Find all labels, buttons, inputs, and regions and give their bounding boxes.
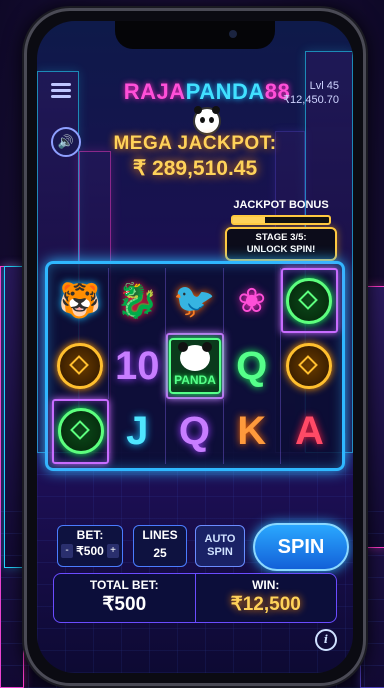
player-balance: ₹12,450.70 xyxy=(283,94,339,106)
spin-button[interactable]: SPIN xyxy=(253,523,349,571)
player-level: Lvl 45 xyxy=(309,80,339,92)
menu-icon[interactable] xyxy=(51,83,71,99)
gold-coin-icon xyxy=(57,342,104,389)
info-icon[interactable]: i xyxy=(315,629,337,651)
dragon-icon: 🐉 xyxy=(116,281,159,320)
lines-value: 25 xyxy=(153,546,167,560)
total-bet-label: TOTAL BET: xyxy=(89,578,159,592)
symbol-k: K xyxy=(237,409,267,454)
reel-cell-j: J xyxy=(109,398,167,464)
auto-spin-button[interactable]: AUTO SPIN xyxy=(195,525,245,567)
tiger-icon: 🐯 xyxy=(58,281,102,320)
reel-cell-coin-green-2 xyxy=(52,398,110,464)
bonus-progress-fill xyxy=(233,217,265,223)
jackpot-bonus: JACKPOT BONUS STAGE 3/5: UNLOCK SPIN! xyxy=(225,199,337,261)
auto-spin-label-2: SPIN xyxy=(207,546,233,558)
game-screen: RAJAPANDA88 Lvl 45 ₹12,450.70 🔊 MEGA JAC… xyxy=(37,21,353,673)
panda-label: PANDA xyxy=(174,372,216,387)
player-status: Lvl 45 ₹12,450.70 xyxy=(283,79,339,107)
bet-label: BET: xyxy=(76,528,104,542)
bet-control: BET: - ₹500 + xyxy=(57,525,123,567)
reel-cell-a: A xyxy=(281,399,338,464)
bonus-stage-box: STAGE 3/5: UNLOCK SPIN! xyxy=(225,227,337,261)
logo-raja: RAJA xyxy=(123,79,186,104)
total-bet-section: TOTAL BET: ₹500 xyxy=(54,574,196,622)
jackpot-value: ₹ 289,510.45 xyxy=(132,157,258,180)
lotus-icon: ❀ xyxy=(237,281,266,320)
totals-panel: TOTAL BET: ₹500 WIN: ₹12,500 xyxy=(53,573,337,623)
reel-cell-tiger: 🐯 xyxy=(52,268,110,334)
reel-cell-10: 10 xyxy=(109,333,167,399)
win-value: ₹12,500 xyxy=(230,594,301,615)
bonus-stage: STAGE 3/5: xyxy=(255,232,307,243)
lines-label: LINES xyxy=(142,528,178,542)
reel-cell-coin-gold xyxy=(52,333,110,399)
reel-cell-phoenix: 🐦 xyxy=(166,268,224,334)
symbol-10: 10 xyxy=(115,343,160,388)
green-coin-icon xyxy=(286,277,333,324)
reel-cell-panda: PANDA xyxy=(166,333,224,399)
bonus-stage-action: UNLOCK SPIN! xyxy=(246,244,316,255)
panda-wild-icon: PANDA xyxy=(168,337,221,394)
total-bet-value: ₹500 xyxy=(102,594,147,615)
gold-coin-icon xyxy=(286,342,333,389)
phoenix-icon: 🐦 xyxy=(173,281,216,320)
lines-control[interactable]: LINES 25 xyxy=(133,525,187,567)
reel-cell-dragon: 🐉 xyxy=(109,268,167,334)
jackpot-title: MEGA JACKPOT: xyxy=(113,133,277,154)
reel-cell-lotus: ❀ xyxy=(224,268,281,334)
reel-cell-coin-gold-2 xyxy=(281,333,338,398)
bonus-title: JACKPOT BONUS xyxy=(233,199,329,211)
win-label: WIN: xyxy=(252,578,280,592)
game-logo: RAJAPANDA88 xyxy=(117,79,297,135)
symbol-j: J xyxy=(126,409,149,454)
reel-cell-k: K xyxy=(224,398,281,464)
panda-badge-icon xyxy=(193,106,221,135)
bet-controls: BET: - ₹500 + LINES 25 AUTO SPIN SPIN xyxy=(47,519,349,571)
bonus-progress-bar xyxy=(231,215,331,225)
reel-cell-q: Q xyxy=(224,333,281,399)
bet-value: ₹500 xyxy=(76,544,104,558)
logo-panda: PANDA xyxy=(185,79,265,104)
symbol-a: A xyxy=(294,409,324,454)
win-section: WIN: ₹12,500 xyxy=(196,574,337,622)
reel-cell-coin-green xyxy=(280,268,338,334)
phone-notch xyxy=(115,21,275,49)
bet-increase-button[interactable]: + xyxy=(107,544,119,558)
mega-jackpot: MEGA JACKPOT: ₹ 289,510.45 xyxy=(77,133,313,181)
green-coin-icon xyxy=(57,408,104,455)
symbol-q: Q xyxy=(178,409,211,454)
auto-spin-label-1: AUTO xyxy=(204,533,236,545)
reel-cell-q-2: Q xyxy=(166,398,224,464)
phone-frame: RAJAPANDA88 Lvl 45 ₹12,450.70 🔊 MEGA JAC… xyxy=(24,8,366,686)
bet-decrease-button[interactable]: - xyxy=(61,544,73,558)
symbol-q: Q xyxy=(236,343,268,388)
slot-reels: 🐯 🐉 🐦 ❀ 10 PANDA Q J Q K A xyxy=(45,261,345,471)
